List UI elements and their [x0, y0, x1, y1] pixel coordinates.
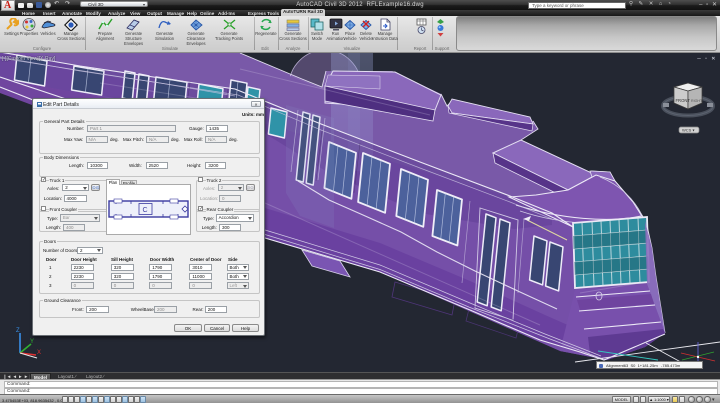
svg-text:RIGHT: RIGHT	[691, 99, 703, 103]
svg-text:FRONT: FRONT	[676, 98, 691, 103]
svg-text:C: C	[143, 207, 148, 214]
svg-text:X: X	[37, 350, 41, 356]
svg-text:Y: Y	[30, 339, 34, 345]
svg-text:WCS ▾: WCS ▾	[682, 128, 694, 133]
svg-text:Z: Z	[16, 328, 20, 334]
